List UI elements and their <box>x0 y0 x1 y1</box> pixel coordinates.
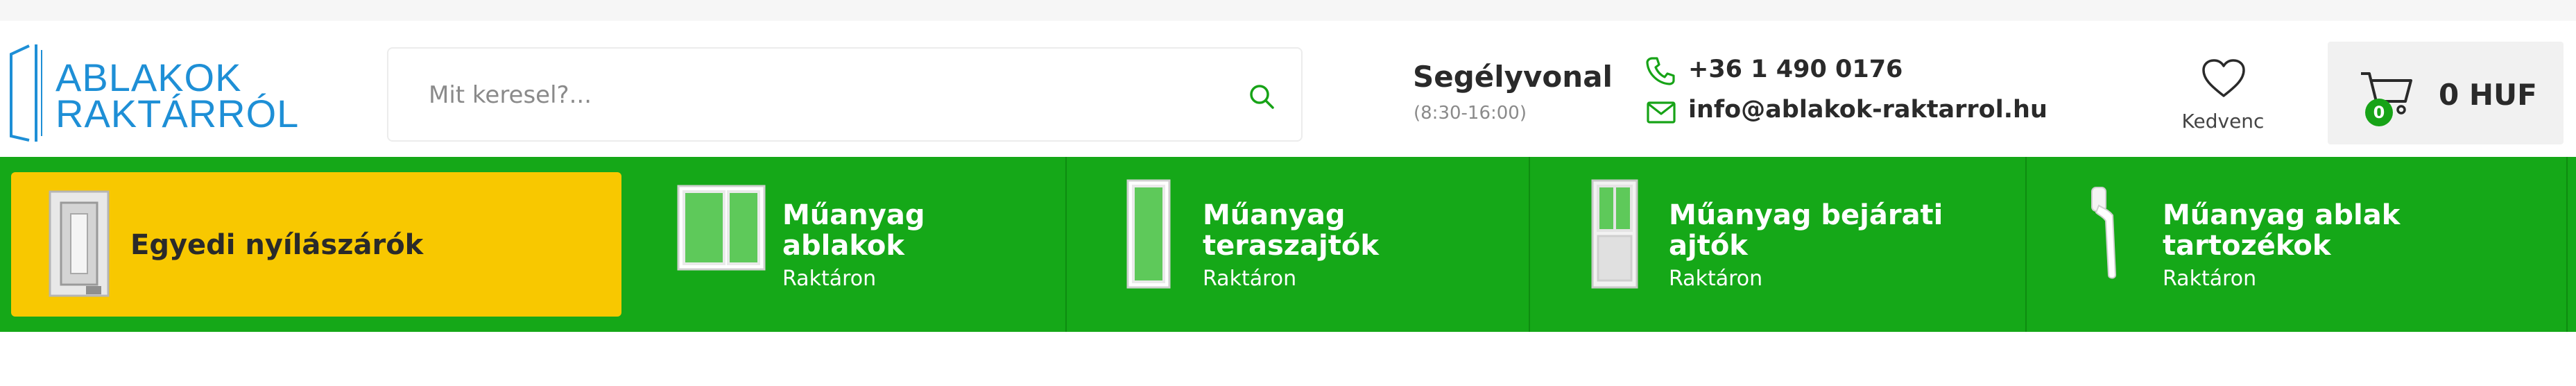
cart-count-badge: 0 <box>2365 99 2393 126</box>
window-icon <box>677 185 766 271</box>
category-custom-label: Egyedi nyílászárók <box>130 229 424 261</box>
mail-icon <box>1647 101 1676 124</box>
entrance-door-icon <box>1591 179 1638 289</box>
phone-icon <box>1646 57 1675 85</box>
category-title: Műanyag ablak tartozékok <box>2163 199 2401 262</box>
cart-button[interactable]: 0 0 HUF <box>2328 42 2564 144</box>
category-window-accessories[interactable]: Műanyag ablak tartozékok Raktáron <box>2025 157 2566 332</box>
category-nav: Egyedi nyílászárók Műanyag ablakok Raktár… <box>0 157 2576 332</box>
search-box <box>387 47 1303 142</box>
favourites-label: Kedvenc <box>2181 110 2265 133</box>
logo-frame-icon <box>10 44 42 142</box>
category-custom-openings[interactable]: Egyedi nyílászárók <box>11 172 621 317</box>
site-header: ABLAKOK RAKTÁRRÓL Segélyvonal (8:30-16:0… <box>0 21 2576 157</box>
category-entrance-doors[interactable]: Műanyag bejárati ajtók Raktáron <box>1529 157 2025 332</box>
logo-text-line2: RAKTÁRRÓL <box>55 92 300 135</box>
window-profile-icon <box>49 190 110 297</box>
search-icon[interactable] <box>1247 82 1276 111</box>
email-link[interactable]: info@ablakok-raktarrol.hu <box>1688 96 2047 124</box>
category-title: Műanyag ablakok <box>782 199 925 262</box>
heart-icon <box>2202 59 2245 97</box>
phone-link[interactable]: +36 1 490 0176 <box>1688 56 1903 83</box>
category-stock-label: Raktáron <box>1203 267 1297 291</box>
site-logo[interactable]: ABLAKOK RAKTÁRRÓL <box>8 44 298 142</box>
top-strip <box>0 0 2576 21</box>
category-stock-label: Raktáron <box>1669 267 1763 291</box>
helpline-hours: (8:30-16:00) <box>1414 103 1527 124</box>
terrace-door-icon <box>1126 179 1171 289</box>
cart-total: 0 HUF <box>2439 78 2537 112</box>
category-divider <box>2566 157 2568 332</box>
helpline-title: Segélyvonal <box>1413 60 1613 94</box>
category-title: Műanyag teraszajtók <box>1203 199 1379 262</box>
category-plastic-windows[interactable]: Műanyag ablakok Raktáron <box>624 157 1065 332</box>
favourites-button[interactable]: Kedvenc <box>2171 56 2275 139</box>
window-handle-icon <box>2091 187 2117 279</box>
category-stock-label: Raktáron <box>782 267 877 291</box>
category-terrace-doors[interactable]: Műanyag teraszajtók Raktáron <box>1065 157 1529 332</box>
category-stock-label: Raktáron <box>2163 267 2257 291</box>
search-input[interactable] <box>429 75 1205 115</box>
category-title: Műanyag bejárati ajtók <box>1669 199 1943 262</box>
